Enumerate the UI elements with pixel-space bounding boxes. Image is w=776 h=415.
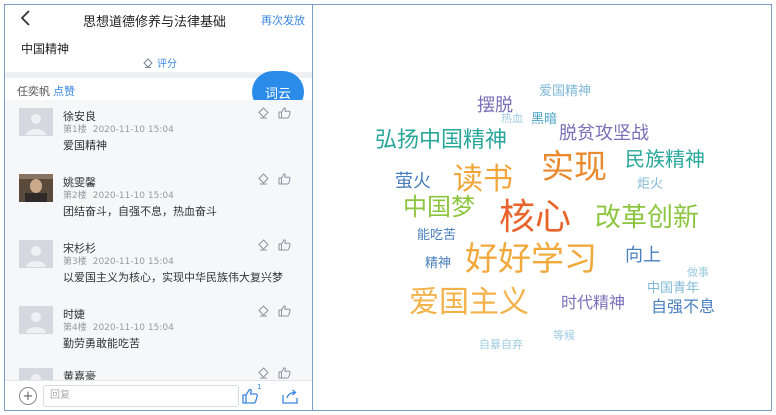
comment-meta: 第4楼 2020-11-10 15:04	[63, 320, 174, 333]
cloud-word: 脱贫攻坚战	[559, 123, 649, 144]
liked-users: 任奕帆	[17, 85, 50, 98]
comment-actions	[257, 106, 291, 119]
cloud-word: 中国青年	[647, 281, 700, 296]
cloud-word: 读书	[453, 162, 513, 197]
avatar[interactable]	[19, 368, 53, 380]
comment-author: 黄嘉豪	[63, 370, 96, 380]
cloud-word: 做事	[687, 266, 709, 279]
comment-item: 宋杉杉 第3楼 2020-11-10 15:04 以爱国主义为核心，实现中华民族伟大复…	[5, 236, 312, 302]
cloud-word: 等候	[553, 329, 575, 342]
cloud-word: 精神	[425, 256, 452, 271]
avatar[interactable]	[19, 174, 53, 202]
cloud-word: 好好学习	[465, 239, 597, 278]
thumbs-up-icon[interactable]	[278, 106, 291, 119]
back-chevron-icon[interactable]	[19, 9, 33, 27]
cloud-word: 黑暗	[531, 112, 558, 127]
cloud-word: 中国梦	[403, 193, 475, 221]
rate-label: 评分	[157, 59, 177, 70]
comment-text: 爱国精神	[63, 139, 107, 152]
comment-item: 时婕 第4楼 2020-11-10 15:04 勤劳勇敢能吃苦	[5, 302, 312, 368]
cloud-word: 民族精神	[625, 147, 705, 171]
cloud-word: 爱国精神	[539, 84, 592, 99]
comment-floor: 第1楼	[63, 125, 87, 135]
comment-meta: 第1楼 2020-11-10 15:04	[63, 122, 174, 135]
rate-icon[interactable]	[257, 366, 270, 379]
comment-time: 2020-11-10 15:04	[92, 125, 174, 135]
thumbs-up-icon[interactable]	[278, 304, 291, 317]
avatar-placeholder-icon	[19, 368, 53, 380]
avatar[interactable]	[19, 108, 53, 136]
cloud-word: 自暴自弃	[479, 338, 523, 351]
comment-floor: 第3楼	[63, 257, 87, 267]
share-icon[interactable]	[281, 387, 299, 405]
rate-icon[interactable]	[257, 172, 270, 185]
add-attachment-button[interactable]: +	[19, 387, 37, 405]
rate-icon	[143, 57, 153, 68]
course-title: 思想道德修养与法律基础	[83, 15, 227, 30]
avatar-placeholder-icon	[19, 240, 53, 268]
cloud-word: 向上	[625, 245, 661, 266]
resend-button[interactable]: 再次发放	[261, 12, 305, 28]
rate-icon[interactable]	[257, 238, 270, 251]
comment-time: 2020-11-10 15:04	[92, 191, 174, 201]
avatar[interactable]	[19, 240, 53, 268]
cloud-word: 核心	[499, 197, 572, 238]
comment-actions	[257, 238, 291, 251]
avatar-placeholder-icon	[19, 108, 53, 136]
reply-input[interactable]: 回复	[43, 385, 239, 407]
likes-row: 任奕帆 点赞	[17, 83, 75, 99]
cloud-word: 自强不息	[651, 297, 716, 316]
cloud-word: 弘扬中国精神	[375, 128, 508, 153]
top-bar: 思想道德修养与法律基础 再次发放	[5, 5, 312, 33]
comment-floor: 第2楼	[63, 191, 87, 201]
avatar-placeholder-icon	[19, 306, 53, 334]
comment-item: 黄嘉豪	[5, 364, 312, 380]
comment-meta: 第3楼 2020-11-10 15:04	[63, 254, 174, 267]
cloud-word: 热血	[501, 112, 523, 125]
thumbs-up-icon[interactable]	[278, 238, 291, 251]
cloud-word: 实现	[541, 147, 607, 186]
cloud-word: 能吃苦	[417, 228, 457, 243]
comment-actions	[257, 366, 291, 379]
comment-floor: 第4楼	[63, 323, 87, 333]
comment-item: 姚雯馨 第2楼 2020-11-10 15:04 团结奋斗，自强不息，热血奋斗	[5, 170, 312, 236]
comment-time: 2020-11-10 15:04	[92, 323, 174, 333]
cloud-word: 萤火	[395, 171, 431, 192]
rate-icon[interactable]	[257, 304, 270, 317]
word-cloud: 核心 实现 好好学习 读书 爱国主义 改革创新 中国梦 弘扬中国精神 民族精神 脱贫攻坚战 摆脱 萤火…	[313, 5, 771, 410]
reply-bar: + 回复 1	[5, 380, 312, 410]
rate-button[interactable]: 评分	[142, 55, 177, 70]
cloud-word: 时代精神	[561, 293, 626, 312]
topic-title: 中国精神	[21, 42, 70, 56]
comment-actions	[257, 304, 291, 317]
thumbs-up-icon[interactable]	[278, 172, 291, 185]
avatar[interactable]	[19, 306, 53, 334]
thumbs-up-icon[interactable]	[278, 366, 291, 379]
cloud-word: 改革创新	[595, 203, 700, 233]
comment-actions	[257, 172, 291, 185]
avatar-photo	[19, 174, 53, 202]
like-count: 1	[257, 383, 262, 391]
comment-text: 团结奋斗，自强不息，热血奋斗	[63, 205, 217, 218]
cloud-word: 炬火	[637, 177, 664, 192]
comment-time: 2020-11-10 15:04	[92, 257, 174, 267]
comment-item: 徐安良 第1楼 2020-11-10 15:04 爱国精神	[5, 104, 312, 170]
comment-text: 以爱国主义为核心，实现中华民族伟大复兴梦	[63, 271, 283, 284]
likes-suffix: 点赞	[53, 85, 75, 98]
rate-icon[interactable]	[257, 106, 270, 119]
comment-text: 勤劳勇敢能吃苦	[63, 337, 140, 350]
comment-list: 徐安良 第1楼 2020-11-10 15:04 爱国精神 姚雯馨 第2楼 2020-11-…	[5, 100, 312, 380]
cloud-word: 爱国主义	[409, 285, 529, 320]
discussion-panel: 思想道德修养与法律基础 再次发放 中国精神 评分 任奕帆 点赞 词云 徐安良 第1楼…	[5, 5, 312, 410]
comment-meta: 第2楼 2020-11-10 15:04	[63, 188, 174, 201]
